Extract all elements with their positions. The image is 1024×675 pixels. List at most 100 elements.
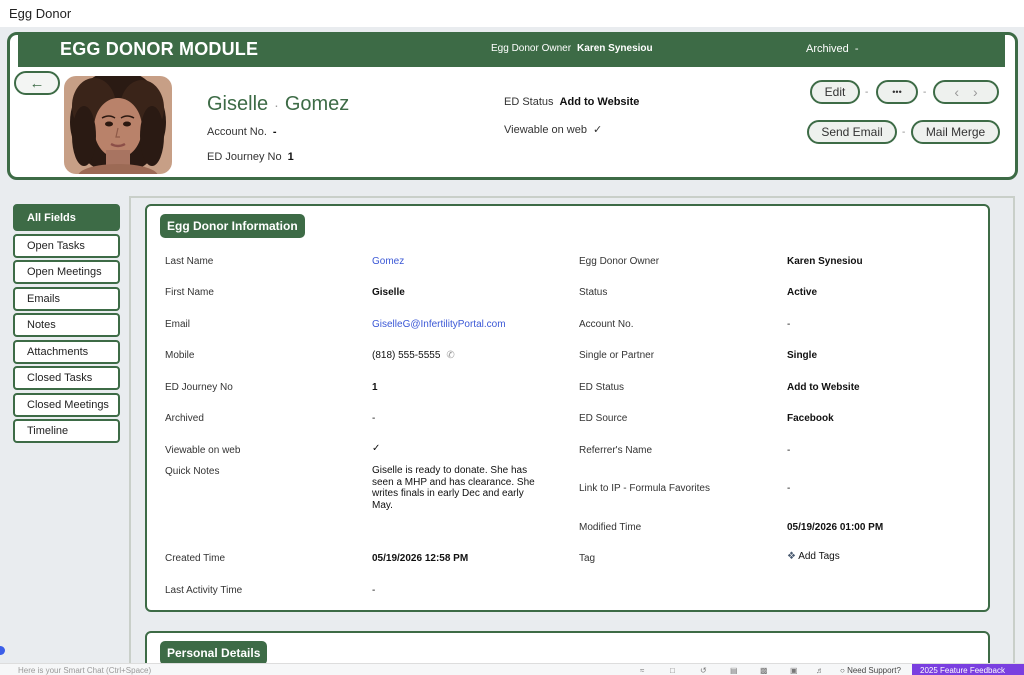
field-label: Tag (579, 553, 596, 564)
field-label: ED Status (579, 382, 625, 393)
field-label: ED Source (579, 413, 628, 424)
module-band: EGG DONOR MODULE Egg Donor Owner Karen Sy… (18, 35, 1005, 67)
sidebar-item-open-meetings[interactable]: Open Meetings (13, 260, 120, 284)
quick-notes-value[interactable]: Giselle is ready to donate. She has seen… (372, 465, 537, 511)
single-partner-value[interactable]: Single (787, 350, 817, 361)
calendar-icon[interactable]: □ (670, 666, 675, 675)
action-separator: - (902, 127, 906, 138)
action-separator: - (865, 87, 869, 98)
status-value[interactable]: Active (787, 287, 817, 298)
email-value[interactable]: GiselleG@InfertilityPortal.com (372, 319, 506, 330)
first-name-value[interactable]: Giselle (372, 287, 405, 298)
sidebar-item-notes[interactable]: Notes (13, 313, 120, 337)
account-value: - (272, 126, 277, 138)
add-tags-button[interactable]: ❖ Add Tags (787, 551, 840, 562)
sidebar-item-timeline[interactable]: Timeline (13, 419, 120, 443)
portrait-image (64, 76, 172, 174)
status-dot (0, 646, 5, 655)
mobile-value[interactable]: (818) 555-5555 ✆ (372, 350, 455, 361)
sidebar-item-all-fields[interactable]: All Fields (13, 204, 120, 231)
field-label: Single or Partner (579, 350, 655, 361)
mail-merge-button[interactable]: Mail Merge (911, 120, 1000, 144)
last-activity-value: - (372, 585, 376, 596)
record-navigation: ‹ › (933, 80, 999, 104)
archived-value: - (854, 43, 859, 55)
send-email-button[interactable]: Send Email (807, 120, 897, 144)
headset-icon: ○ (840, 666, 845, 675)
record-viewable: Viewable on web ✓ (504, 123, 602, 136)
action-separator: - (923, 87, 927, 98)
check-icon[interactable]: ✓ (372, 443, 380, 454)
ed-status-label: ED Status (504, 96, 554, 108)
sidebar-item-closed-tasks[interactable]: Closed Tasks (13, 366, 120, 390)
chevron-right-icon[interactable]: › (973, 84, 978, 100)
tag-icon: ❖ (787, 551, 796, 562)
more-options-button[interactable]: ••• (876, 80, 918, 104)
app-title: Egg Donor (9, 6, 72, 21)
edit-button[interactable]: Edit (810, 80, 860, 104)
journey-label: ED Journey No (207, 151, 282, 163)
module-archived: Archived - (806, 43, 859, 55)
history-icon[interactable]: ↺ (700, 666, 707, 675)
owner-label: Egg Donor Owner (491, 43, 572, 54)
record-ed-status: ED Status Add to Website (504, 96, 639, 108)
back-button[interactable]: ← (14, 71, 60, 95)
need-support-link[interactable]: ○ Need Support? (840, 666, 901, 675)
journey-value: 1 (287, 151, 294, 163)
avatar[interactable] (64, 76, 172, 174)
owner-value[interactable]: Karen Synesiou (577, 43, 653, 54)
mute-icon[interactable]: ♬ (816, 666, 824, 675)
account-label: Account No. (207, 126, 267, 138)
egg-donor-information-section: Egg Donor Information Last Name Gomez Fi… (145, 204, 990, 612)
check-icon: ✓ (592, 124, 603, 136)
sidebar-item-attachments[interactable]: Attachments (13, 339, 120, 364)
field-label: Status (579, 287, 608, 298)
document-icon[interactable]: ▩ (760, 666, 768, 675)
chevron-left-icon[interactable]: ‹ (954, 84, 959, 100)
bottom-bar: Here is your Smart Chat (Ctrl+Space) ≈ □… (0, 663, 1024, 675)
field-label: Egg Donor Owner (579, 256, 660, 267)
field-label: Quick Notes (165, 466, 220, 477)
module-title: EGG DONOR MODULE (60, 39, 259, 59)
field-label: Viewable on web (165, 445, 241, 456)
sidebar-item-open-tasks[interactable]: Open Tasks (13, 233, 120, 258)
modified-time-value: 05/19/2026 01:00 PM (787, 522, 884, 533)
name-separator: · (274, 97, 279, 113)
record-first-name: Giselle (207, 93, 269, 115)
journey-value[interactable]: 1 (372, 382, 378, 393)
referrer-value[interactable]: - (787, 445, 790, 456)
feature-feedback-button[interactable]: 2025 Feature Feedback (912, 664, 1024, 675)
sidebar-item-closed-meetings[interactable]: Closed Meetings (13, 392, 120, 417)
phone-icon[interactable]: ✆ (446, 350, 454, 361)
archived-label: Archived (806, 43, 849, 55)
record-last-name: Gomez (284, 93, 350, 115)
field-label: Archived (165, 413, 204, 424)
field-label: Last Name (165, 256, 214, 267)
link-ip-value[interactable]: - (787, 483, 790, 494)
sidebar-item-emails[interactable]: Emails (13, 286, 120, 311)
field-label: First Name (165, 287, 214, 298)
ai-icon[interactable]: ≈ (640, 666, 644, 675)
section-title: Egg Donor Information (160, 214, 305, 238)
account-value[interactable]: - (787, 319, 790, 330)
mobile-number[interactable]: (818) 555-5555 (372, 350, 440, 361)
created-time-value: 05/19/2026 12:58 PM (372, 553, 469, 564)
app-titlebar: Egg Donor (0, 0, 1024, 27)
field-label: ED Journey No (165, 382, 233, 393)
add-tags-label: Add Tags (798, 551, 840, 562)
owner-value[interactable]: Karen Synesiou (787, 256, 863, 267)
module-header: EGG DONOR MODULE Egg Donor Owner Karen Sy… (7, 32, 1018, 180)
field-label: Email (165, 319, 191, 330)
support-label: Need Support? (847, 666, 901, 675)
image-icon[interactable]: ▣ (790, 666, 798, 675)
field-label: Modified Time (579, 522, 642, 533)
ed-source-value[interactable]: Facebook (787, 413, 834, 424)
ed-status-value[interactable]: Add to Website (787, 382, 860, 393)
last-name-value[interactable]: Gomez (372, 256, 404, 267)
field-label: Account No. (579, 319, 634, 330)
related-list-sidebar: All Fields Open Tasks Open Meetings Emai… (13, 204, 120, 446)
arrow-left-icon: ← (29, 74, 45, 92)
notes-icon[interactable]: ▤ (730, 666, 738, 675)
archived-value[interactable]: - (372, 413, 375, 424)
smart-chat-input[interactable]: Here is your Smart Chat (Ctrl+Space) (18, 666, 151, 675)
